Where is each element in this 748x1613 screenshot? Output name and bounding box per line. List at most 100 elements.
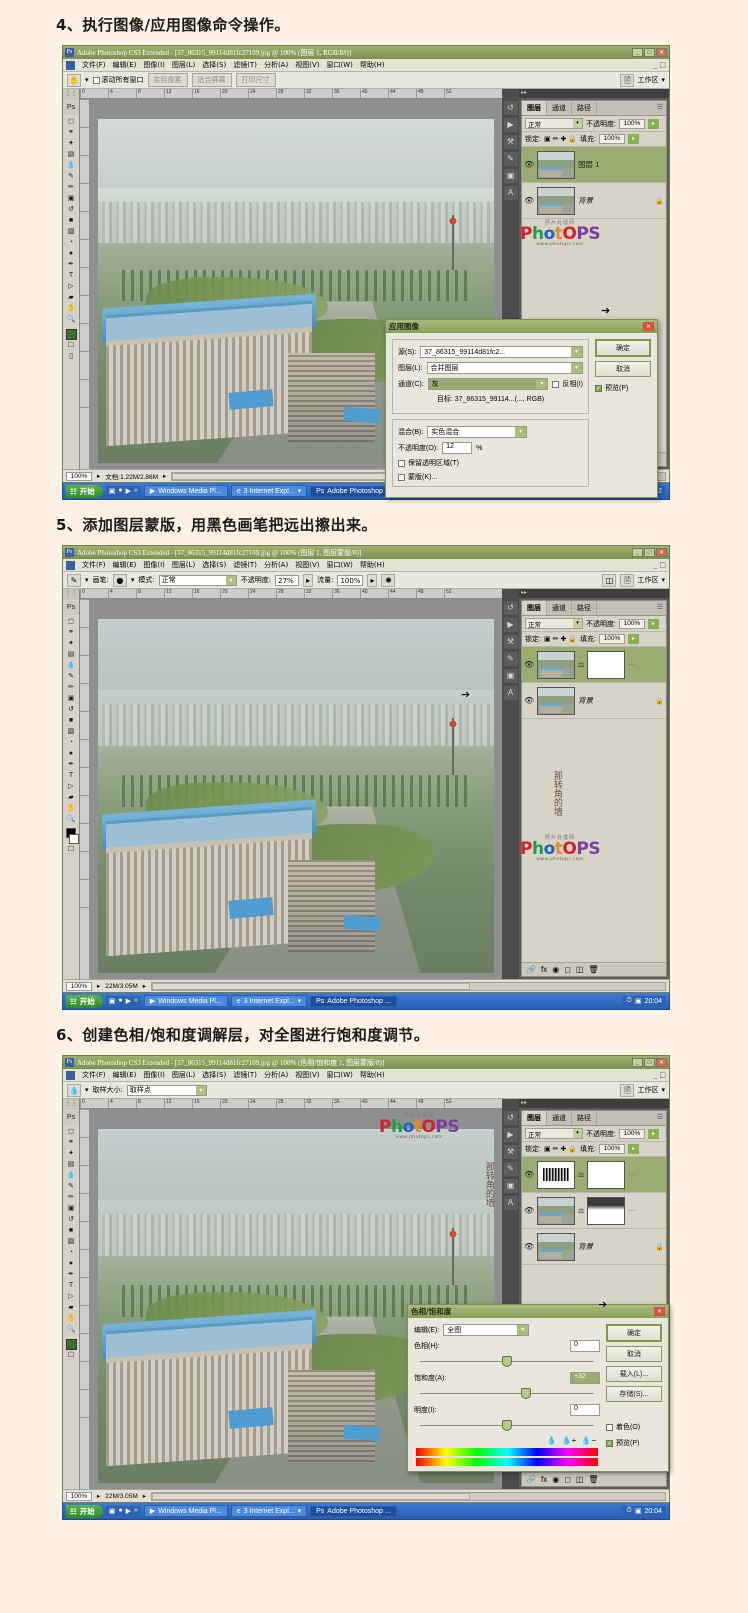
history-icon[interactable]: ↺: [503, 1111, 518, 1125]
lock-transparent-icon[interactable]: ▣: [544, 135, 551, 143]
zoom-level-2[interactable]: 100%: [66, 981, 92, 991]
horizontal-scrollbar-3[interactable]: [151, 1491, 666, 1501]
tool-pen-icon[interactable]: ✒: [64, 759, 79, 770]
close-icon[interactable]: ✕: [656, 548, 667, 557]
status-arrow-icon[interactable]: ▸: [143, 1492, 146, 1500]
hand-tool-icon[interactable]: ✋: [67, 73, 81, 87]
saturation-slider[interactable]: [414, 1388, 600, 1399]
colorize-checkbox[interactable]: 着色(O): [606, 1422, 662, 1432]
close-icon[interactable]: ✕: [656, 1058, 667, 1067]
taskbar-3[interactable]: ☷ 开始 ▣ ● ▶ » ▶ Windows Media Pl... e 3 I…: [62, 1503, 670, 1520]
maximize-icon[interactable]: □: [644, 548, 655, 557]
toolbox-grip[interactable]: ⋮⋮: [63, 589, 79, 600]
tool-eraser-icon[interactable]: ■: [64, 715, 79, 726]
tray-icon-2[interactable]: ▣: [635, 1507, 642, 1515]
layer-mask-thumbnail[interactable]: [587, 1196, 626, 1225]
menu-view[interactable]: 视图(V): [295, 1070, 319, 1080]
lock-transparent-icon[interactable]: ▣: [544, 1145, 551, 1153]
tool-eyedropper-icon[interactable]: 💧: [64, 160, 79, 171]
menu-image[interactable]: 图像(I): [143, 60, 165, 70]
chevron-down-icon[interactable]: ▾: [517, 1325, 529, 1335]
save-button[interactable]: 存储(S)...: [606, 1386, 662, 1402]
lock-icons-1[interactable]: ▣ ✏ ✚ 🔒: [544, 135, 577, 143]
tool-hand-icon[interactable]: ✋: [64, 1313, 79, 1324]
quicklaunch-icon-1[interactable]: ▣: [109, 487, 116, 495]
quicklaunch-icon-2[interactable]: ●: [118, 997, 122, 1005]
close-icon[interactable]: ✕: [654, 1307, 665, 1316]
tool-hand-icon[interactable]: ✋: [64, 303, 79, 314]
foreground-color-swatch[interactable]: [65, 1339, 77, 1350]
chevron-down-icon[interactable]: ▾: [225, 575, 236, 585]
quicklaunch-more-icon[interactable]: »: [134, 997, 138, 1005]
link-icon[interactable]: ⚖: [578, 1171, 584, 1179]
tool-lasso-icon[interactable]: ⚭: [64, 1137, 79, 1148]
menu-filter[interactable]: 滤镜(T): [233, 60, 257, 70]
dock-icon-strip-2[interactable]: ↺ ▶ ⚒ ✎ ▣ A: [502, 589, 519, 979]
start-button-1[interactable]: ☷ 开始: [66, 484, 103, 498]
tool-gradient-icon[interactable]: ▧: [64, 226, 79, 237]
tray-icon-2[interactable]: ▣: [635, 997, 642, 1005]
preserve-transparency-checkbox[interactable]: 保留透明区域(T): [398, 458, 459, 468]
mask-checkbox[interactable]: 蒙版(K)...: [398, 472, 437, 482]
taskbar-item-photoshop-3[interactable]: Ps Adobe Photoshop ...: [310, 1505, 397, 1517]
delete-layer-icon[interactable]: 🗑: [588, 1475, 598, 1484]
menu-analysis[interactable]: 分析(A): [264, 560, 288, 570]
checkbox-box[interactable]: [552, 380, 560, 388]
maximize-icon[interactable]: □: [644, 1058, 655, 1067]
layer-row-2-1[interactable]: 👁 ⚖ ⋯: [522, 647, 666, 683]
lock-icons-2[interactable]: ▣ ✏ ✚ 🔒: [544, 635, 577, 643]
chevron-down-icon[interactable]: ▾: [195, 1085, 206, 1095]
chevron-down-icon[interactable]: ▾: [573, 119, 582, 128]
dialog-buttons-hue-saturation[interactable]: 确定 取消 载入(L)... 存储(S)... 着色(O) ✓ 预览(P): [606, 1324, 662, 1466]
print-size-button[interactable]: 打印尺寸: [235, 73, 276, 87]
tray-icon-1[interactable]: ⏱: [626, 1507, 631, 1515]
menu-view[interactable]: 视图(V): [295, 60, 319, 70]
tool-marquee-icon[interactable]: ◻: [64, 1126, 79, 1137]
opacity-stepper-icon[interactable]: ▸: [647, 1128, 659, 1139]
tool-healing-icon[interactable]: ✎: [64, 1181, 79, 1192]
eyedropper-tool-icon[interactable]: 💧: [67, 1083, 81, 1097]
tool-stamp-icon[interactable]: ▣: [64, 693, 79, 704]
taskbar-item-ie-2[interactable]: e 3 Internet Expl... ▾: [230, 995, 308, 1007]
tool-hand-icon[interactable]: ✋: [64, 803, 79, 814]
chevron-down-icon[interactable]: ▾: [298, 997, 302, 1005]
tool-zoom-icon[interactable]: 🔍: [64, 1324, 79, 1335]
doc-window-controls[interactable]: _ □: [654, 561, 666, 569]
system-tray-3[interactable]: ⏱ ▣ 20:04: [622, 1506, 666, 1516]
tool-wand-icon[interactable]: ✦: [64, 138, 79, 149]
layer-thumbnail[interactable]: [537, 1196, 575, 1225]
brushes-icon[interactable]: ✎: [503, 652, 518, 666]
layers-panel-tabs-2[interactable]: 图层 通道 路径 ☰: [522, 601, 666, 616]
tool-type-icon[interactable]: T: [64, 1280, 79, 1291]
tool-dodge-icon[interactable]: ●: [64, 248, 79, 259]
layer-row-3-3[interactable]: 👁 背景 🔒: [522, 1229, 666, 1265]
lock-row-1[interactable]: 锁定: ▣ ✏ ✚ 🔒 填充: 100% ▸: [522, 132, 666, 147]
window-buttons-3[interactable]: _ □ ✕: [632, 1058, 667, 1067]
layer-style-icon[interactable]: fx: [541, 965, 547, 974]
mask-row[interactable]: 蒙版(K)...: [398, 472, 583, 482]
character-icon[interactable]: A: [503, 186, 518, 200]
fill-stepper-icon[interactable]: ▸: [628, 1144, 639, 1154]
scrollbar-thumb[interactable]: [152, 1492, 471, 1500]
link-layers-icon[interactable]: 🔗: [526, 1475, 536, 1484]
menu-help[interactable]: 帮助(H): [360, 60, 385, 70]
tool-history-brush-icon[interactable]: ↺: [64, 204, 79, 215]
tool-dropdown-arrow-icon[interactable]: ▾: [85, 76, 89, 84]
history-icon[interactable]: ↺: [503, 601, 518, 615]
quick-launch-3[interactable]: ▣ ● ▶ »: [105, 1506, 141, 1516]
lock-all-icon[interactable]: 🔒: [568, 635, 577, 643]
blend-select[interactable]: 实色混合 ▾: [427, 426, 528, 438]
clock-3[interactable]: 20:04: [644, 1508, 662, 1515]
opacity-value-3[interactable]: 100%: [618, 1128, 645, 1139]
tool-lasso-icon[interactable]: ⚭: [64, 627, 79, 638]
add-mask-icon[interactable]: ◉: [552, 965, 559, 974]
opacity-stepper-icon[interactable]: ▸: [647, 118, 659, 129]
tool-path-select-icon[interactable]: ▷: [64, 781, 79, 792]
character-icon[interactable]: A: [503, 686, 518, 700]
chevron-down-icon[interactable]: ▾: [661, 76, 665, 84]
menu-window[interactable]: 窗口(W): [326, 1070, 352, 1080]
checkbox-box[interactable]: [606, 1423, 613, 1431]
tool-wand-icon[interactable]: ✦: [64, 638, 79, 649]
eye-icon[interactable]: 👁: [524, 1170, 534, 1179]
lightness-row[interactable]: 明度(I): 0: [414, 1404, 600, 1416]
